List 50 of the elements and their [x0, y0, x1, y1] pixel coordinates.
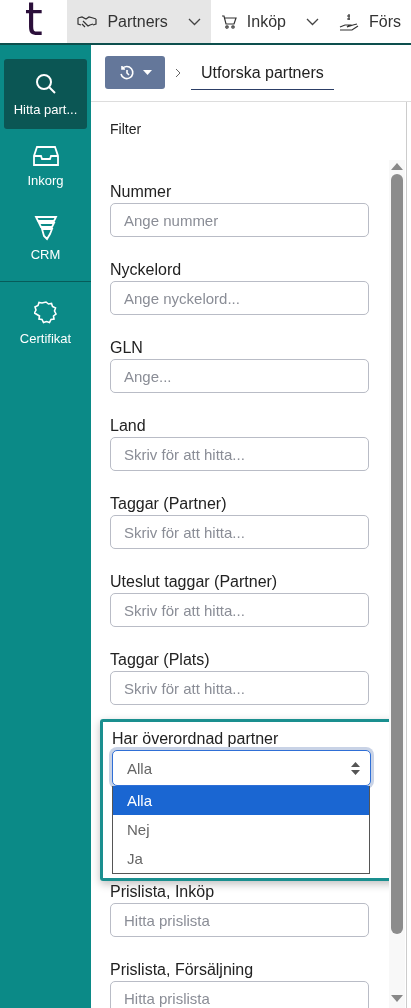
funnel-icon: [33, 214, 58, 241]
breadcrumb-link[interactable]: Utforska partners: [191, 58, 334, 90]
field-label: Har överordnad partner: [112, 729, 280, 749]
field-label: Prislista, Inköp: [110, 882, 216, 902]
scroll-up-icon: [391, 163, 403, 170]
nav-tab[interactable]: Förs: [329, 0, 411, 43]
dropdown-option[interactable]: Nej: [113, 815, 369, 844]
input-field[interactable]: Ange nyckelord...: [110, 281, 369, 315]
caret-icon: [187, 17, 201, 26]
sidebar-item[interactable]: Inkorg: [4, 131, 87, 201]
sidebar-item[interactable]: CRM: [4, 203, 87, 273]
dropdown-option[interactable]: Alla: [113, 786, 369, 815]
field-label: Land: [110, 416, 147, 436]
history-icon: [118, 64, 135, 81]
logo: t: [23, 0, 44, 43]
field-label: Prislista, Försäljning: [110, 960, 255, 980]
field-label: Taggar (Partner): [110, 494, 228, 514]
input-field[interactable]: Skriv för att hitta...: [110, 437, 369, 471]
field-label: GLN: [110, 338, 144, 358]
nav-tab[interactable]: Inköp: [210, 0, 329, 43]
input-field[interactable]: Ange nummer: [110, 203, 369, 237]
caret-down-icon: [142, 70, 152, 75]
history-button[interactable]: [105, 56, 165, 89]
input-field[interactable]: Skriv för att hitta...: [110, 593, 369, 627]
scrollbar[interactable]: [389, 160, 405, 1008]
filter-title: Filter: [110, 121, 143, 137]
handshake-icon: [77, 14, 98, 29]
certificate-icon: [33, 300, 58, 325]
inbox-icon: [32, 144, 59, 167]
nav-tab[interactable]: Partners: [67, 0, 211, 43]
cart-icon: [220, 13, 237, 30]
sort-arrows-icon: [351, 761, 360, 775]
field-label: Nummer: [110, 182, 173, 202]
input-field[interactable]: Skriv för att hitta...: [110, 671, 369, 705]
field-label: Taggar (Plats): [110, 650, 211, 670]
sidebar-item[interactable]: Certifikat: [4, 288, 87, 358]
hand-coin-icon: [339, 12, 359, 31]
input-field[interactable]: Skriv för att hitta...: [110, 515, 369, 549]
sidebar-item[interactable]: Hitta part...: [4, 59, 87, 129]
field-label: Uteslut taggar (Partner): [110, 572, 279, 592]
dropdown-option[interactable]: Ja: [113, 844, 369, 873]
field-label: Nyckelord: [110, 260, 183, 280]
scroll-down-icon: [391, 995, 403, 1002]
caret-icon: [306, 17, 319, 26]
search-icon: [33, 71, 58, 96]
select-field[interactable]: Alla: [112, 750, 371, 786]
input-field[interactable]: Hitta prislista: [110, 981, 369, 1008]
chevron-right-icon: [175, 68, 181, 78]
input-field[interactable]: Hitta prislista: [110, 903, 369, 937]
input-field[interactable]: Ange...: [110, 359, 369, 393]
